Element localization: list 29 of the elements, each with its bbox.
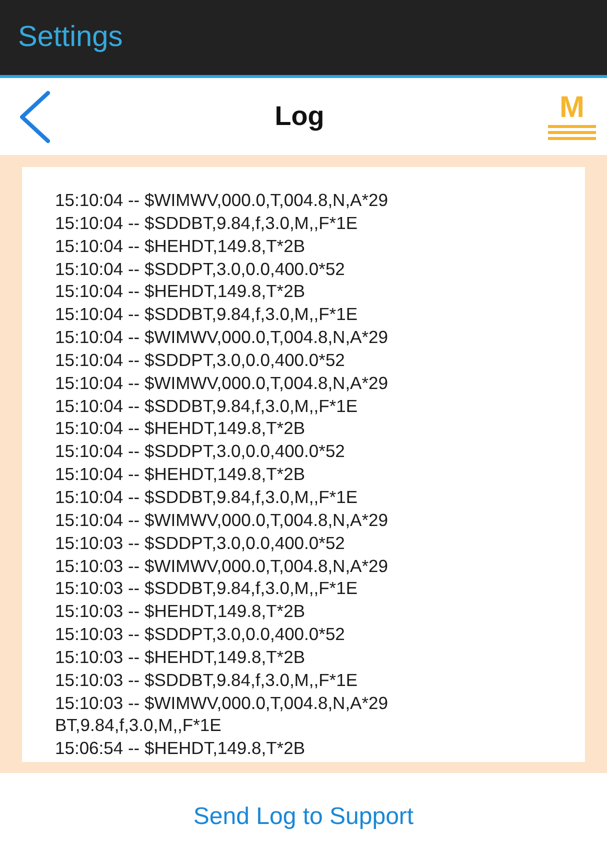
log-line: BT,9.84,f,3.0,M,,F*1E [55, 714, 222, 738]
log-line: 15:10:03 -- $HEHDT,149.8,T*2B [55, 600, 306, 624]
log-line: 15:10:04 -- $SDDPT,3.0,0.0,400.0*52 [55, 440, 346, 464]
page-title: Log [274, 101, 324, 132]
log-line: 15:10:03 -- $SDDBT,9.84,f,3.0,M,,F*1E [55, 668, 359, 692]
log-line: 15:10:04 -- $SDDBT,9.84,f,3.0,M,,F*1E [55, 394, 359, 418]
log-line: 15:10:04 -- $WIMWV,000.0,T,004.8,N,A*29 [55, 326, 390, 349]
log-line: 15:10:04 -- $SDDPT,3.0,0.0,400.0*52 [55, 258, 346, 280]
log-line: 15:10:03 -- $SDDPT,3.0,0.0,400.0*52 [55, 623, 346, 646]
log-line: 15:10:04 -- $WIMWV,000.0,T,004.8,N,A*29 [55, 508, 390, 532]
app-title: Settings [18, 21, 123, 54]
log-line: 15:10:04 -- $HEHDT,149.8,T*2B [55, 463, 306, 486]
log-line: 15:10:04 -- $HEHDT,149.8,T*2B [55, 234, 306, 258]
log-line: 15:06:54 -- $HEHDT,149.8,T*2B [55, 737, 306, 760]
log-line: 15:10:03 -- $HEHDT,149.8,T*2B [55, 646, 306, 669]
log-line: 15:10:03 -- $WIMWV,000.0,T,004.8,N,A*29 [55, 692, 390, 714]
log-line: 15:10:04 -- $SDDBT,9.84,f,3.0,M,,F*1E [55, 486, 359, 509]
log-line: 15:10:04 -- $HEHDT,149.8,T*2B [55, 417, 306, 440]
log-line: 15:10:04 -- $HEHDT,149.8,T*2B [55, 280, 306, 304]
log-line: 15:10:03 -- $SDDBT,9.84,f,3.0,M,,F*1E [55, 577, 359, 600]
log-line: 15:10:04 -- $SDDBT,9.84,f,3.0,M,,F*1E [55, 303, 359, 326]
log-line: 15:10:04 -- $SDDBT,9.84,f,3.0,M,,F*1E [55, 212, 359, 235]
log-line: 15:10:04 -- $WIMWV,000.0,T,004.8,N,A*29 [55, 372, 390, 395]
log-line: 15:10:04 -- $SDDPT,3.0,0.0,400.0*52 [55, 348, 346, 372]
log-line: 15:10:04 -- $WIMWV,000.0,T,004.8,N,A*29 [55, 189, 390, 212]
send-log-button[interactable]: Send Log to Support [185, 799, 422, 835]
back-button[interactable] [18, 90, 52, 144]
log-line: 15:10:03 -- $WIMWV,000.0,T,004.8,N,A*29 [55, 554, 390, 578]
log-line: 15:10:03 -- $SDDPT,3.0,0.0,400.0*52 [55, 532, 346, 554]
